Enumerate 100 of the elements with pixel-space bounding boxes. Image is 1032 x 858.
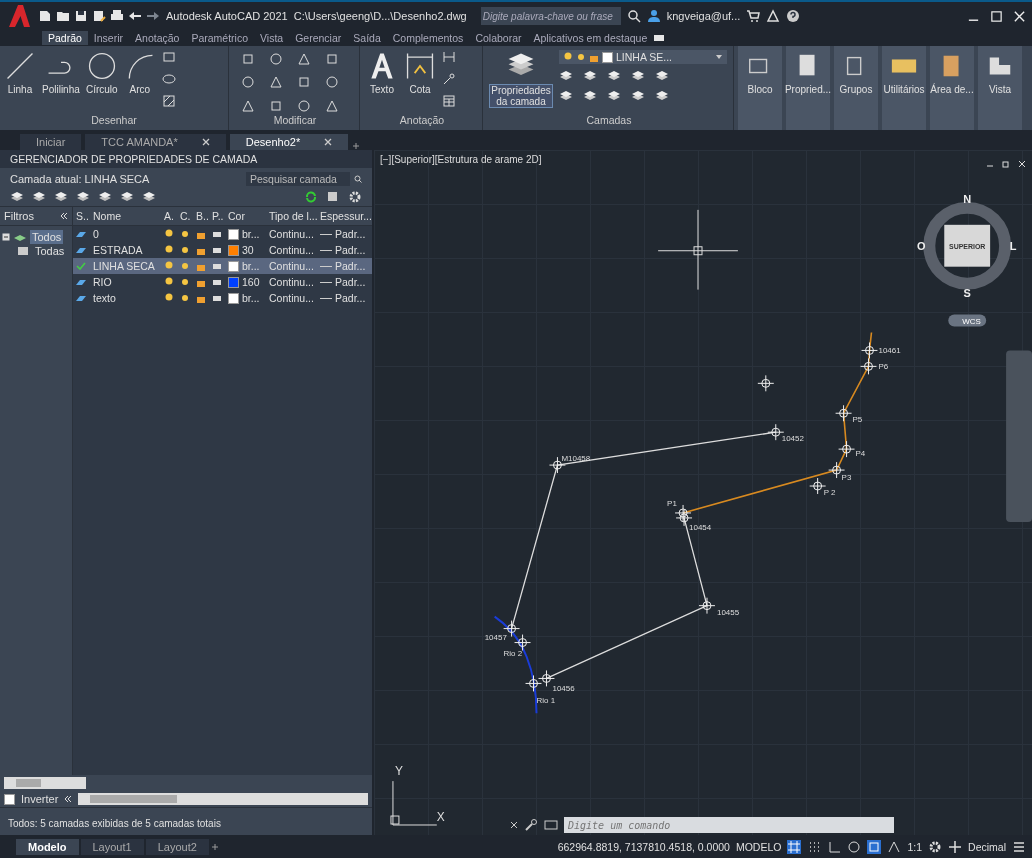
ribbon-tab[interactable]: Vista xyxy=(254,31,290,45)
object-snap-icon[interactable] xyxy=(867,839,882,854)
tool-label[interactable]: Cota xyxy=(409,84,431,95)
ribbon-tab[interactable]: Anotação xyxy=(129,31,186,45)
panel-title[interactable]: Modificar xyxy=(235,114,355,130)
annotation-scale-icon[interactable] xyxy=(887,839,902,854)
help-icon[interactable] xyxy=(786,9,801,23)
column-header[interactable]: Espessur... xyxy=(317,207,372,225)
compass-ring[interactable] xyxy=(923,201,1012,290)
column-header[interactable]: Tipo de l... xyxy=(266,207,317,225)
column-header[interactable]: Cor xyxy=(225,207,266,225)
settings-icon[interactable] xyxy=(348,190,362,204)
layer-tool-icon[interactable] xyxy=(655,89,669,103)
ucs-menu[interactable]: WCS xyxy=(948,314,987,327)
redo-icon[interactable] xyxy=(146,9,160,23)
layer-row[interactable]: LINHA SECA br... Continu... Padr... xyxy=(73,258,372,274)
print-icon[interactable] xyxy=(110,9,124,23)
ribbon-tab[interactable]: Inserir xyxy=(87,31,130,45)
new-file-icon[interactable] xyxy=(38,9,52,23)
panel-title[interactable]: Anotação xyxy=(366,114,478,130)
collapse-icon[interactable] xyxy=(2,233,10,241)
column-header[interactable]: Nome xyxy=(90,207,161,225)
filter-tool-icon[interactable] xyxy=(54,190,68,204)
document-tab[interactable]: Iniciar xyxy=(20,134,82,150)
close-icon[interactable] xyxy=(510,821,518,829)
ribbon-tab[interactable]: Padrão xyxy=(42,31,88,45)
scrollbar[interactable] xyxy=(4,777,86,789)
prompt-icon[interactable] xyxy=(544,818,558,832)
ribbon-button[interactable]: Área de... xyxy=(930,46,974,130)
units-button[interactable]: Decimal xyxy=(968,840,1006,853)
layer-tool-icon[interactable] xyxy=(607,89,621,103)
ribbon-tab[interactable]: Aplicativos em destaque xyxy=(527,31,654,45)
user-icon[interactable] xyxy=(646,9,661,23)
grid-icon[interactable] xyxy=(787,839,802,854)
ribbon-tab[interactable]: Paramétrico xyxy=(185,31,255,45)
column-header[interactable]: B.. xyxy=(193,207,209,225)
maximize-icon[interactable] xyxy=(990,9,1003,23)
layer-tool-icon[interactable] xyxy=(583,69,597,83)
save-as-icon[interactable] xyxy=(92,9,106,23)
tool-label[interactable]: Texto xyxy=(370,84,394,95)
color-swatch[interactable] xyxy=(228,244,239,256)
layer-tool-icon[interactable] xyxy=(607,69,621,83)
close-icon[interactable] xyxy=(201,138,210,146)
hatch-icon[interactable] xyxy=(161,94,176,108)
close-icon[interactable] xyxy=(1018,160,1026,168)
layer-tool-icon[interactable] xyxy=(142,190,156,204)
ellipse-icon[interactable] xyxy=(161,72,176,86)
rectangle-icon[interactable] xyxy=(161,50,176,64)
collapse-icon[interactable] xyxy=(60,212,68,220)
document-tab[interactable]: TCC AMANDA* xyxy=(85,134,226,150)
settings-icon[interactable] xyxy=(928,839,943,854)
refresh-icon[interactable] xyxy=(304,190,318,204)
search-field[interactable]: Digite palavra-chave ou frase xyxy=(480,7,621,25)
menu-icon[interactable] xyxy=(1012,839,1026,854)
plus-icon[interactable] xyxy=(948,839,963,854)
cart-icon[interactable] xyxy=(746,9,761,23)
color-swatch[interactable] xyxy=(228,228,239,240)
triangle-nodes-icon[interactable] xyxy=(766,9,781,23)
layout-tab[interactable]: Layout2 xyxy=(145,838,209,855)
search-icon[interactable] xyxy=(626,9,641,23)
table-icon[interactable] xyxy=(442,94,456,108)
collapse-icon[interactable] xyxy=(64,795,73,803)
wrench-icon[interactable] xyxy=(524,818,538,832)
layout-tab[interactable]: Modelo xyxy=(16,838,79,855)
undo-icon[interactable] xyxy=(128,9,142,23)
panel-title[interactable]: Camadas xyxy=(489,114,729,130)
add-tab-icon[interactable] xyxy=(210,842,219,851)
layer-tool-icon[interactable] xyxy=(631,69,645,83)
filter-item[interactable]: Todos xyxy=(30,230,64,244)
column-header[interactable]: S.. xyxy=(73,207,90,225)
snap-dots-icon[interactable] xyxy=(807,839,822,854)
ribbon-button[interactable]: Propried... xyxy=(786,46,830,130)
layer-tool-icon[interactable] xyxy=(559,69,573,83)
layer-tool-icon[interactable] xyxy=(655,69,669,83)
ribbon-button[interactable]: Grupos xyxy=(834,46,878,130)
tool-label[interactable]: Polilinha xyxy=(42,84,80,95)
layer-tool-icon[interactable] xyxy=(559,89,573,103)
tool-label[interactable]: Arco xyxy=(129,84,151,95)
ribbon-button[interactable]: Utilitários xyxy=(882,46,926,130)
ribbon-tab[interactable]: Colaborar xyxy=(469,31,528,45)
ribbon-tab[interactable]: Complementos xyxy=(386,31,470,45)
ribbon-button[interactable]: Bloco xyxy=(738,46,782,130)
layer-tool-icon[interactable] xyxy=(326,190,340,204)
tool-label[interactable]: Círculo xyxy=(85,84,118,95)
add-tab-icon[interactable] xyxy=(352,142,361,150)
layer-tool-icon[interactable] xyxy=(98,190,112,204)
model-space-button[interactable]: MODELO xyxy=(735,840,782,853)
color-swatch[interactable] xyxy=(228,276,239,288)
restore-icon[interactable] xyxy=(1002,160,1010,168)
column-header[interactable]: A. xyxy=(161,207,177,225)
folder-icon[interactable] xyxy=(56,9,70,23)
close-icon[interactable] xyxy=(324,138,333,146)
user-name[interactable]: kngveiga@uf... xyxy=(666,10,741,22)
panel-title[interactable]: Desenhar xyxy=(4,114,224,130)
viewport-label[interactable]: [−][Superior][Estrutura de arame 2D] xyxy=(380,154,542,165)
layer-tool-icon[interactable] xyxy=(631,89,645,103)
command-field[interactable]: Digite um comando xyxy=(564,817,894,833)
layer-tool-icon[interactable] xyxy=(120,190,134,204)
filter-tool-icon[interactable] xyxy=(10,190,24,204)
ortho-icon[interactable] xyxy=(827,839,842,854)
